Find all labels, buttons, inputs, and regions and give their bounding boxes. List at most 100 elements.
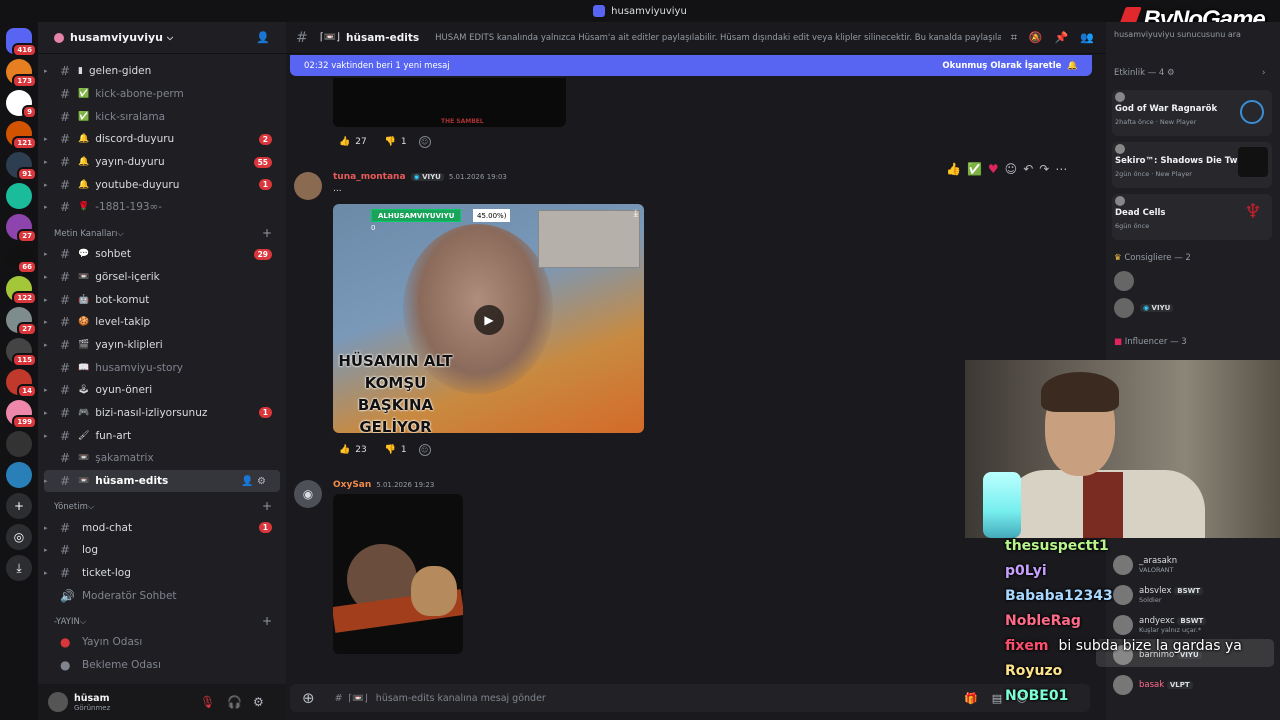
check-icon[interactable]: ✅ xyxy=(967,162,988,176)
category-text-channels[interactable]: Metin Kanalları ⌵ + xyxy=(38,219,286,243)
settings-gear-icon[interactable]: ⚙ xyxy=(253,695,264,709)
add-channel-icon[interactable]: + xyxy=(262,226,272,240)
server-icon[interactable]: 115 xyxy=(6,338,37,367)
play-icon[interactable]: ▶ xyxy=(474,305,504,335)
activity-card[interactable]: Dead Cells 6gün önce ♆ xyxy=(1112,194,1272,240)
gift-icon[interactable]: 🎁 xyxy=(964,692,992,705)
channel-item[interactable]: ▸ # 💬 sohbet 29 xyxy=(38,243,286,266)
activity-card[interactable]: Sekiro™: Shadows Die Twice 2gün önce · N… xyxy=(1112,142,1272,188)
channel-settings-icon[interactable]: 👤 ⚙ xyxy=(241,476,266,487)
add-channel-icon[interactable]: + xyxy=(262,499,272,513)
category-stream[interactable]: -YAYIN ⌵ + xyxy=(38,607,286,631)
avatar[interactable] xyxy=(294,172,322,200)
message-composer[interactable]: ⊕ # ⌈📼⌋ hüsam-edits kanalına mesaj gönde… xyxy=(290,684,1090,712)
notification-bell-icon[interactable]: 🔕 xyxy=(1029,31,1055,44)
channel-item[interactable]: 🔊 Moderatör Sohbet xyxy=(38,584,286,607)
category-admin[interactable]: Yönetim ⌵ + xyxy=(38,492,286,516)
hash-icon: # xyxy=(60,247,71,262)
server-icon[interactable]: 9 xyxy=(6,90,37,119)
threads-icon[interactable]: ⌗ xyxy=(1011,31,1029,44)
channel-item[interactable]: ▸ # mod-chat 1 xyxy=(38,516,286,539)
server-icon[interactable] xyxy=(6,462,32,488)
members-icon[interactable]: 👥 xyxy=(1080,31,1106,44)
channel-item[interactable]: # 📖 husamviyu-story xyxy=(38,356,286,379)
gear-icon[interactable]: ⚙ xyxy=(1167,68,1175,78)
video-attachment[interactable]: ALHUSAMVIYUVIYU 45.00%) 0 ⤓ ▶ HÜSAMIN AL… xyxy=(333,204,644,433)
heart-icon[interactable]: ♥ xyxy=(988,162,1005,176)
reaction-dislike[interactable]: 👎 1 xyxy=(379,443,413,457)
reaction-dislike[interactable]: 👎 1 xyxy=(379,135,413,149)
direct-messages-icon[interactable]: 416 xyxy=(6,28,37,57)
add-server-icon[interactable]: + xyxy=(6,493,32,519)
server-icon[interactable]: 199 xyxy=(6,400,37,429)
download-icon[interactable]: ⤓ xyxy=(634,208,638,219)
server-icon[interactable]: 27 xyxy=(6,214,37,243)
previous-media[interactable]: THE SAMBEL xyxy=(333,78,566,127)
channel-item[interactable]: ▸ # 🤖 bot-komut xyxy=(38,288,286,311)
composer-placeholder: hüsam-edits kanalına mesaj gönder xyxy=(375,692,546,704)
thumbs-up-icon[interactable]: 👍 xyxy=(946,162,967,176)
channel-item[interactable]: ▸ # ticket-log xyxy=(38,562,286,585)
server-icon[interactable]: 27 xyxy=(6,307,37,336)
voice-channel-item[interactable]: ● Bekleme Odası xyxy=(38,654,286,677)
server-icon[interactable] xyxy=(6,183,32,209)
server-header[interactable]: husamviyuviyu ⌵ 👤 xyxy=(38,22,286,54)
channel-item[interactable]: # ✅ kick-sıralama xyxy=(38,105,286,128)
channel-item[interactable]: ▸ # log xyxy=(38,539,286,562)
download-icon[interactable]: ⤓ xyxy=(6,555,32,581)
channel-item[interactable]: ▸ # 🔔 discord-duyuru 2 xyxy=(38,128,286,151)
channel-item[interactable]: ▸ # 🌹 -1881-193∞- xyxy=(38,196,286,219)
server-icon[interactable] xyxy=(6,431,32,457)
channel-item[interactable]: ▸ # 🔔 yayın-duyuru 55 xyxy=(38,151,286,174)
forward-icon[interactable]: ↷ xyxy=(1039,162,1055,176)
avatar[interactable] xyxy=(48,692,68,712)
reaction-like[interactable]: 👍 27 xyxy=(333,135,373,149)
voice-channel-item[interactable]: ● Yayın Odası xyxy=(38,631,286,654)
server-icon[interactable]: 66 xyxy=(6,245,37,274)
reaction-like[interactable]: 👍 23 xyxy=(333,443,373,457)
channel-item[interactable]: ▸ # 🖌 fun-art xyxy=(38,424,286,447)
more-icon[interactable]: ⋯ xyxy=(1055,162,1073,176)
new-messages-banner[interactable]: 02:32 vaktinden beri 1 yeni mesaj Okunmu… xyxy=(290,55,1092,76)
mic-muted-icon[interactable]: 🎙 xyxy=(200,695,215,709)
headphones-icon[interactable]: 🎧 xyxy=(227,695,242,709)
add-reaction-icon[interactable]: ☺ xyxy=(418,444,431,456)
add-attachment-icon[interactable]: ⊕ xyxy=(302,689,315,707)
add-reaction-icon[interactable]: ☺ xyxy=(418,136,431,148)
server-icon[interactable]: 173 xyxy=(6,59,37,88)
channel-item[interactable]: ▸ # 🎬 yayın-klipleri xyxy=(38,334,286,357)
mark-as-read-button[interactable]: Okunmuş Olarak İşaretle xyxy=(942,61,1061,71)
pin-icon[interactable]: 📌 xyxy=(1055,31,1081,44)
add-reaction-icon[interactable]: ☺ xyxy=(1005,162,1024,176)
channel-item[interactable]: # ✅ kick-abone-perm xyxy=(38,83,286,106)
chevron-right-icon[interactable]: › xyxy=(1262,68,1265,78)
add-user-icon[interactable]: 👤 xyxy=(256,31,270,44)
reply-icon[interactable]: ↶ xyxy=(1023,162,1039,176)
server-icon[interactable]: 91 xyxy=(6,152,37,181)
channel-item[interactable]: ▸ # ▮ gelen-giden xyxy=(38,60,286,83)
channel-item[interactable]: ▸ # 🎮 bizi-nasıl-izliyorsunuz 1 xyxy=(38,402,286,425)
message-author[interactable]: OxySan xyxy=(333,480,371,490)
add-channel-icon[interactable]: + xyxy=(262,614,272,628)
clan-tag: ◉ VIYU xyxy=(410,173,444,181)
message-author[interactable]: tuna_montana xyxy=(333,172,406,182)
channel-name: bizi-nasıl-izliyorsunuz xyxy=(95,406,208,419)
server-search-input[interactable]: husamviyuviyu sunucusunu ara xyxy=(1114,30,1274,48)
server-icon[interactable]: 122 xyxy=(6,276,37,305)
channel-item[interactable]: ▸ # 🕹 oyun-öneri xyxy=(38,379,286,402)
member-item[interactable]: ◉ VIYU xyxy=(1114,298,1174,318)
channel-item-active[interactable]: ▸ # 📼 hüsam-edits 👤 ⚙ xyxy=(44,469,280,493)
channel-item[interactable]: ▸ # 🔔 youtube-duyuru 1 xyxy=(38,173,286,196)
channel-topic[interactable]: HÜSAM EDİTS kanalında yalnızca Hüsam'a a… xyxy=(435,33,1001,43)
member-item[interactable] xyxy=(1114,271,1134,291)
channel-item[interactable]: ▸ # 🍪 level-takip xyxy=(38,311,286,334)
voice-channel-icon: ● xyxy=(60,635,71,650)
image-attachment[interactable] xyxy=(333,494,463,654)
channel-item[interactable]: ▸ # 📼 görsel-içerik xyxy=(38,266,286,289)
server-icon[interactable]: 121 xyxy=(6,121,37,150)
server-icon[interactable]: 14 xyxy=(6,369,37,398)
discord-default-avatar-icon[interactable]: ◉ xyxy=(294,480,322,508)
channel-item[interactable]: # 📼 şakamatrix xyxy=(38,447,286,470)
discover-icon[interactable]: ◎ xyxy=(6,524,32,550)
activity-card[interactable]: God of War Ragnarök 2hafta önce · New Pl… xyxy=(1112,90,1272,136)
